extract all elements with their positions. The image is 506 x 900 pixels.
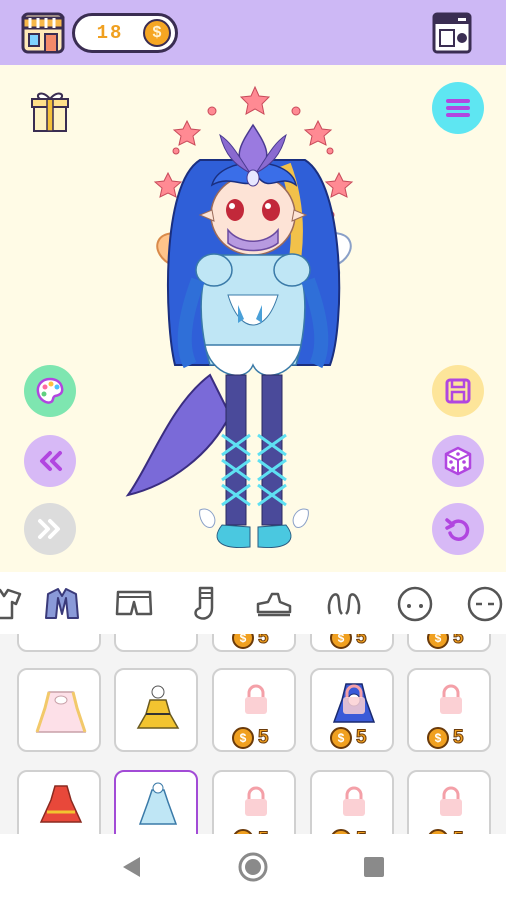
locked-item-cell[interactable]: $5 [310, 770, 394, 834]
coin-icon: $ [427, 727, 449, 749]
coin-icon: $ [427, 634, 449, 649]
coin-icon: $ [330, 634, 352, 649]
palette-button[interactable] [24, 365, 76, 417]
undo-icon [445, 518, 470, 541]
expression-category-icon[interactable] [465, 584, 505, 624]
top-bar: 18 $ [0, 0, 506, 65]
lock-icon [440, 684, 462, 714]
random-button[interactable] [432, 435, 484, 487]
item-grid: $5 $5 $5 $5 $ 5 $ 5 [0, 634, 506, 834]
dice-icon [444, 446, 472, 476]
item-price: $5 [330, 726, 367, 750]
locked-item-cell[interactable]: $5 [212, 668, 296, 752]
kitchen-icon[interactable] [428, 10, 476, 56]
lock-icon [343, 684, 365, 714]
item-cell[interactable] [17, 668, 101, 752]
item-cell-selected[interactable] [114, 770, 198, 834]
dress-thumbnail [136, 685, 180, 729]
rewind-icon [40, 451, 62, 471]
item-cell[interactable] [17, 634, 101, 652]
undo-button[interactable] [432, 503, 484, 555]
locked-item-cell[interactable]: $5 [407, 634, 491, 652]
lock-icon [440, 786, 462, 816]
item-price: $5 [232, 634, 269, 650]
coin-icon: $ [143, 19, 171, 47]
fast-forward-icon [38, 519, 60, 539]
dress-thumbnail [39, 785, 83, 823]
socks-category-icon[interactable] [186, 584, 226, 624]
item-price: $5 [427, 726, 464, 750]
coin-icon: $ [232, 727, 254, 749]
next-button[interactable] [24, 503, 76, 555]
face-category-icon[interactable] [395, 584, 435, 624]
recents-icon[interactable] [363, 856, 385, 878]
save-button[interactable] [432, 365, 484, 417]
item-price: $5 [330, 634, 367, 650]
save-icon [445, 378, 471, 404]
lock-icon [245, 684, 267, 714]
category-bar [0, 572, 506, 634]
item-price: $5 [232, 726, 269, 750]
app-root: 18 $ $ 5 $ 5 $ 5 $ 5 $ 5 $ 5 [0, 0, 506, 900]
locked-item-cell[interactable]: $5 [212, 770, 296, 834]
coin-icon: $ [232, 634, 254, 649]
home-icon[interactable] [237, 851, 269, 883]
coin-icon: $ [330, 727, 352, 749]
character-stage [0, 65, 506, 572]
locked-item-cell[interactable]: $5 [212, 634, 296, 652]
dress-thumbnail [138, 782, 178, 825]
item-price: $5 [427, 634, 464, 650]
system-nav-bar [0, 834, 506, 900]
locked-item-cell[interactable]: $5 [310, 634, 394, 652]
locked-item-cell[interactable]: $5 [407, 668, 491, 752]
previous-button[interactable] [24, 435, 76, 487]
coin-balance: 18 $ [72, 13, 178, 53]
lock-icon [245, 786, 267, 816]
dress-thumbnail [35, 691, 87, 733]
locked-item-cell[interactable]: $5 [310, 668, 394, 752]
bunny-ears-category-icon[interactable] [324, 584, 364, 624]
back-icon[interactable] [120, 855, 142, 879]
palette-icon [36, 377, 64, 404]
shoes-category-icon[interactable] [254, 584, 294, 624]
lock-icon [343, 786, 365, 816]
character-avatar [125, 85, 354, 549]
shorts-category-icon[interactable] [114, 584, 154, 624]
item-cell[interactable] [114, 634, 198, 652]
jacket-category-icon[interactable] [42, 584, 82, 624]
coin-count: 18 [96, 22, 124, 44]
shop-icon[interactable] [20, 10, 66, 56]
locked-item-cell[interactable]: $5 [407, 770, 491, 834]
item-cell[interactable] [114, 668, 198, 752]
top-category-icon[interactable] [0, 584, 24, 624]
item-cell[interactable] [17, 770, 101, 834]
